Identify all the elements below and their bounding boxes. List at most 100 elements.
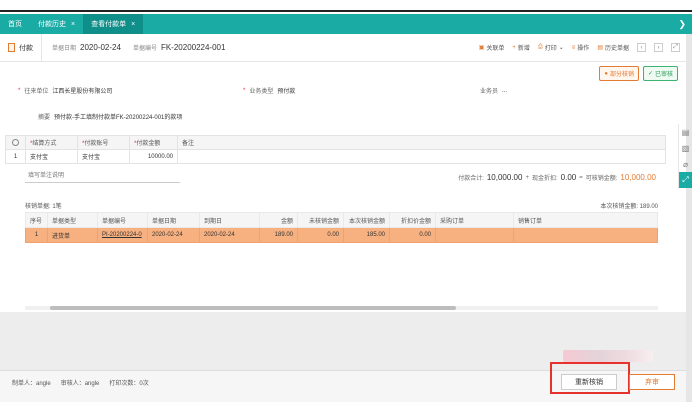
salesman-value[interactable]: ... bbox=[502, 88, 507, 94]
this-writeoff-cell[interactable]: 185.00 bbox=[343, 227, 390, 243]
writeoff-header: 核销单据: 1笔 本次核销金额: 189.00 bbox=[25, 201, 658, 210]
highlight-box bbox=[550, 362, 630, 394]
header-label: 付款金额 bbox=[136, 141, 161, 147]
vertical-scrollbar[interactable] bbox=[686, 34, 692, 402]
doc-number-link[interactable]: PI-20200224-0 bbox=[97, 227, 148, 243]
memo-value[interactable]: 预付款-手工填制付款单FK-20200224-001的款项 bbox=[54, 112, 182, 121]
grid-header: *付款账号 bbox=[77, 135, 130, 150]
unpaid-cell: 0.00 bbox=[297, 227, 344, 243]
doc-type-tab[interactable]: 付款 bbox=[0, 34, 42, 61]
so-cell bbox=[513, 227, 658, 243]
memo-field: 摘要 预付款-手工填制付款单FK-20200224-001的款项 bbox=[38, 112, 182, 121]
discount-value: 0.00 bbox=[560, 173, 577, 182]
memo-label: 摘要 bbox=[38, 115, 51, 121]
grid-header-row: *结算方式 *付款账号 *付款金额 备注 bbox=[5, 135, 666, 150]
fullscreen-icon[interactable]: ⤢ bbox=[671, 43, 680, 52]
writeoff-label: 可核销金额: bbox=[585, 176, 618, 182]
grid-header: 单据编号 bbox=[97, 212, 148, 228]
biztype-field: * 业务类型 预付款 bbox=[243, 86, 295, 96]
attachment-icon[interactable]: ⌀ bbox=[678, 156, 692, 172]
prev-icon[interactable]: ‹ bbox=[637, 43, 646, 52]
date-label: 单据日期 bbox=[52, 46, 77, 52]
close-icon[interactable]: × bbox=[71, 21, 75, 28]
grid-header: 序号 bbox=[25, 212, 48, 228]
document-icon[interactable]: ▤ bbox=[678, 124, 692, 140]
tab-label: 首页 bbox=[8, 21, 22, 28]
due-cell: 2020-02-24 bbox=[199, 227, 260, 243]
note-input[interactable] bbox=[25, 170, 180, 183]
writeoff-grid: 序号 单据类型 单据编号 单据日期 到期日 金额 未核销金额 本次核销金额 折扣… bbox=[25, 212, 658, 243]
date-cell: 2020-02-24 bbox=[147, 227, 200, 243]
vendor-field: * 往来单位 江西长星股份有限公司 bbox=[18, 86, 112, 96]
number-label: 单据编号 bbox=[132, 46, 157, 52]
header-label: 付款账号 bbox=[84, 141, 109, 147]
close-icon[interactable]: × bbox=[131, 21, 135, 28]
tab-label: 查看付款单 bbox=[91, 21, 127, 28]
writeoff-summary: 本次核销金额: 189.00 bbox=[600, 204, 658, 210]
doc-meta: 单据日期 2020-02-24 单据编号 FK-20200224-001 bbox=[52, 43, 233, 52]
chevron-right-icon[interactable]: ❯ bbox=[672, 14, 692, 34]
table-row[interactable]: 1 支付宝 支付宝 10000.00 bbox=[5, 149, 666, 164]
print-button[interactable]: ⎙ 打印 ⌄ bbox=[538, 43, 564, 52]
amount-cell[interactable]: 10000.00 bbox=[129, 149, 178, 164]
history-button[interactable]: ▤ 历史单据 bbox=[597, 43, 629, 52]
print-count-text: 打印次数：0次 bbox=[109, 381, 149, 387]
grid-header: 单据类型 bbox=[47, 212, 98, 228]
action-label: 操作 bbox=[577, 46, 590, 52]
operation-button[interactable]: ≡ 操作 bbox=[572, 43, 590, 53]
badge-label: 部分核销 bbox=[609, 72, 634, 78]
account-cell[interactable]: 支付宝 bbox=[77, 149, 130, 164]
grid-header-row: 序号 单据类型 单据编号 单据日期 到期日 金额 未核销金额 本次核销金额 折扣… bbox=[25, 212, 658, 228]
plus-icon: + bbox=[512, 44, 516, 51]
number-value: FK-20200224-001 bbox=[160, 43, 226, 52]
grid-header: 到期日 bbox=[199, 212, 260, 228]
row-number: 1 bbox=[5, 149, 26, 164]
plus-icon: + bbox=[525, 174, 529, 181]
method-cell[interactable]: 支付宝 bbox=[25, 149, 78, 164]
document-icon bbox=[8, 43, 15, 52]
equals-icon: = bbox=[579, 174, 583, 181]
note-cell[interactable] bbox=[177, 149, 666, 164]
grid-header: 折扣价金额 bbox=[389, 212, 436, 228]
badge-icon: ● bbox=[604, 70, 608, 77]
pay-total-label: 付款合计: bbox=[458, 176, 484, 182]
blurred-watermark bbox=[563, 350, 653, 362]
action-label: 历史单据 bbox=[604, 46, 629, 52]
required-mark: * bbox=[18, 87, 21, 94]
type-cell: 进货单 bbox=[47, 227, 98, 243]
grid-settings-cell[interactable] bbox=[5, 135, 26, 150]
image-icon[interactable]: ▧ bbox=[678, 140, 692, 156]
header-label: 备注 bbox=[182, 141, 195, 147]
badge-label: 已审核 bbox=[654, 72, 673, 78]
date-value: 2020-02-24 bbox=[80, 43, 121, 52]
new-button[interactable]: + 新增 bbox=[512, 43, 530, 53]
horizontal-scrollbar[interactable] bbox=[25, 306, 658, 310]
payment-grid: *结算方式 *付款账号 *付款金额 备注 1 支付宝 支付宝 10000.00 bbox=[5, 135, 666, 164]
tab-label: 付款历史 bbox=[38, 21, 66, 28]
salesman-field: 业务员 ... bbox=[480, 86, 507, 96]
biztype-value[interactable]: 预付款 bbox=[277, 86, 295, 95]
table-row[interactable]: 1 进货单 PI-20200224-0 2020-02-24 2020-02-2… bbox=[25, 227, 658, 243]
scrollbar-thumb[interactable] bbox=[50, 306, 456, 310]
grid-header: 单据日期 bbox=[147, 212, 200, 228]
discount-cell: 0.00 bbox=[389, 227, 436, 243]
related-doc-button[interactable]: ▣ 关联单 bbox=[479, 43, 505, 52]
unaudit-button[interactable]: 弃审 bbox=[629, 374, 675, 390]
grid-header: 未核销金额 bbox=[297, 212, 344, 228]
grid-header: 备注 bbox=[177, 135, 666, 150]
vendor-value[interactable]: 江西长星股份有限公司 bbox=[52, 86, 112, 95]
row-number: 1 bbox=[25, 227, 48, 243]
tab-view-payment[interactable]: 查看付款单 × bbox=[83, 14, 144, 34]
history-icon: ▤ bbox=[597, 45, 603, 51]
action-label: 打印 bbox=[544, 46, 557, 52]
footer-info: 制单人：angle 审核人：angle 打印次数：0次 bbox=[12, 378, 149, 387]
grid-header: 销售订单 bbox=[513, 212, 658, 228]
chevron-down-icon: ⌄ bbox=[558, 45, 564, 51]
gear-icon[interactable] bbox=[12, 139, 19, 146]
window-top-edge bbox=[0, 0, 692, 12]
tab-payment-history[interactable]: 付款历史 × bbox=[30, 14, 83, 34]
biztype-label: 业务类型 bbox=[249, 89, 274, 95]
next-icon[interactable]: › bbox=[654, 43, 663, 52]
tab-home[interactable]: 首页 bbox=[0, 14, 30, 34]
expand-icon[interactable]: ⤢ bbox=[678, 172, 692, 188]
